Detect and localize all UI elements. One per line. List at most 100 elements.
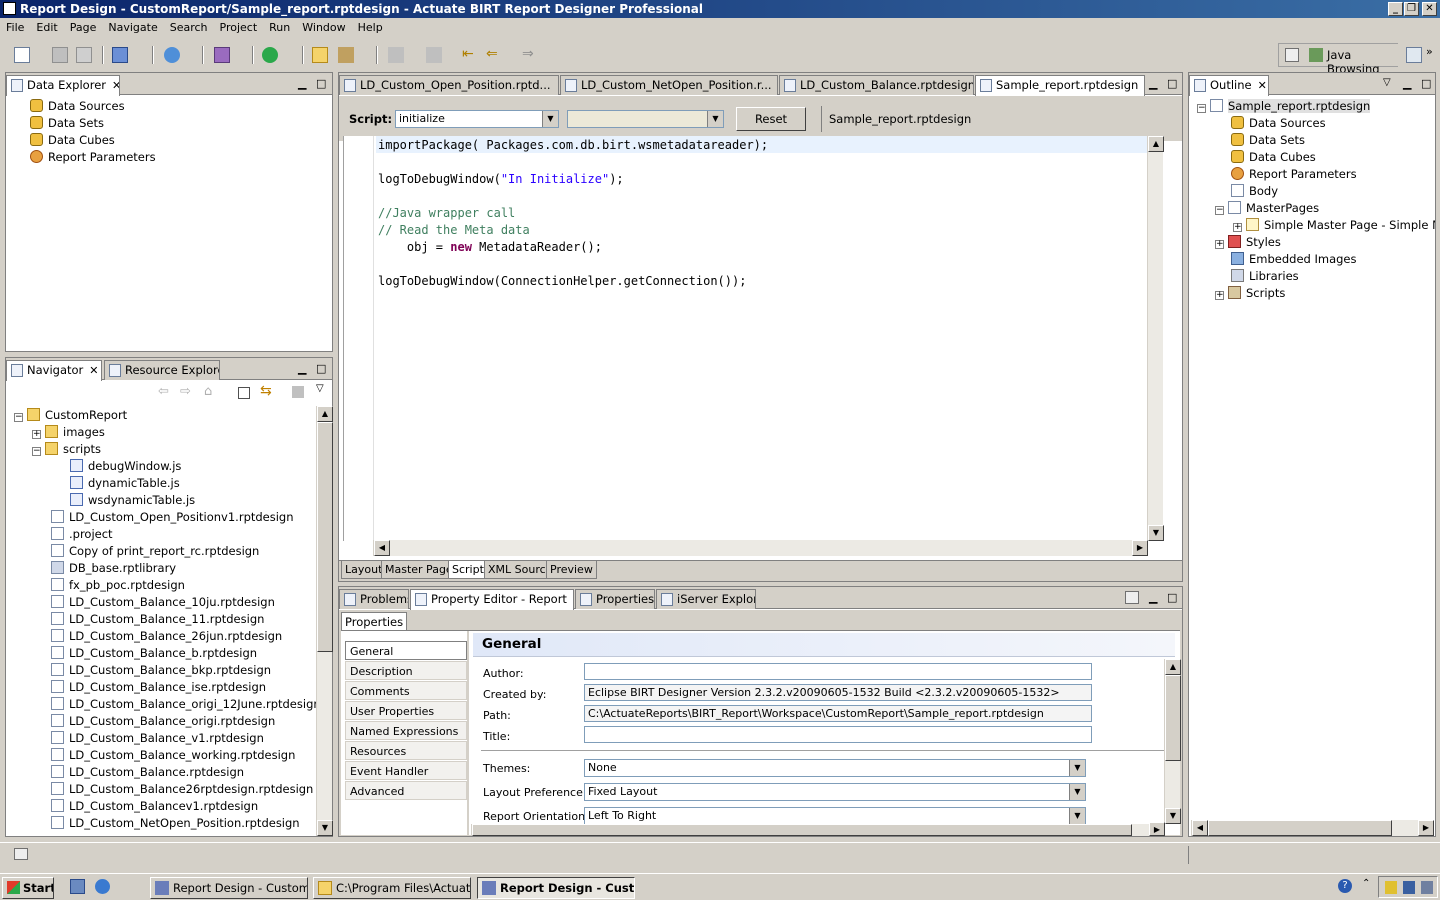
chevron-down-icon[interactable]: ▼ [542,111,558,127]
category-comments[interactable]: Comments [345,681,467,700]
menu-run[interactable]: Run [263,18,296,38]
tab-properties-sub[interactable]: Properties [341,612,408,631]
category-advanced[interactable]: Advanced [345,781,467,800]
tree-item-report-parameters[interactable]: Report Parameters [1231,166,1357,183]
tree-item-data-cubes[interactable]: Data Cubes [30,132,115,149]
arrow-left-icon[interactable]: ⇐ [486,47,502,63]
view-menu-icon[interactable]: ▽ [316,383,324,394]
tree-item-scripts[interactable]: + Scripts [1215,285,1285,302]
tree-item-file[interactable]: LD_Custom_NetOpen_Position.rptdesign [51,815,300,832]
fast-view-icon[interactable] [14,848,28,860]
tree-item-file[interactable]: Copy of print_report_rc.rptdesign [51,543,259,560]
view-menu-icon[interactable]: ▽ [1383,77,1391,88]
close-icon[interactable]: ✕ [1144,76,1145,95]
tray-icon[interactable] [1421,881,1433,894]
maximize-view-icon[interactable]: □ [316,77,326,90]
publish-icon[interactable] [112,47,128,63]
tree-item-data-cubes[interactable]: Data Cubes [1231,149,1316,166]
tree-item-file[interactable]: LD_Custom_Balance_11.rptdesign [51,611,264,628]
scroll-down-icon[interactable]: ▼ [1148,525,1164,541]
collapse-icon[interactable]: − [1197,104,1206,113]
tree-item-sample-report[interactable]: − Sample_report.rptdesign [1197,98,1371,115]
overflow-icon[interactable]: » [1426,45,1433,58]
tab-iserver-explorer[interactable]: iServer Explorer [656,589,756,609]
run-icon[interactable] [262,47,278,63]
back-arrow-icon[interactable]: ⇦ [158,384,169,399]
print-icon[interactable] [76,47,92,63]
tab-preview[interactable]: Preview [546,561,597,579]
tree-item-file[interactable]: LD_Custom_Balancev1.rptdesign [51,798,258,815]
scroll-up-icon[interactable]: ▲ [1165,659,1181,675]
tree-item-file[interactable]: LD_Custom_Balance.rptdesign [51,764,244,781]
debug-icon[interactable] [214,47,230,63]
collapse-icon[interactable]: − [1215,206,1224,215]
maximize-view-icon[interactable]: □ [1167,77,1177,90]
scroll-right-icon[interactable]: ▶ [1149,822,1165,836]
property-horizontal-scrollbar[interactable]: ▶ [471,822,1165,836]
scroll-thumb[interactable] [1165,675,1181,761]
minimize-view-icon[interactable]: ▁ [298,77,306,90]
link-with-editor-icon[interactable]: ⇆ [260,383,272,399]
tab-ld-custom-netopen-position[interactable]: LD_Custom_NetOpen_Position.r... [560,75,778,95]
tree-item-libraries[interactable]: Libraries [1231,268,1299,285]
tree-item-file[interactable]: LD_Custom_Balance_ise.rptdesign [51,679,266,696]
tab-data-explorer[interactable]: Data Explorer✕ [6,75,120,96]
expand-icon[interactable]: + [32,430,41,439]
close-icon[interactable]: ✕ [1258,76,1267,95]
tab-properties[interactable]: Properties [575,589,655,609]
close-icon[interactable]: ✕ [573,590,574,609]
tab-outline[interactable]: Outline ✕ [1189,75,1269,96]
category-general[interactable]: General [345,641,467,660]
minimize-button[interactable]: _ [1388,2,1403,16]
menu-navigate[interactable]: Navigate [102,18,163,38]
quicklaunch-desktop-icon[interactable] [70,879,85,894]
category-resources[interactable]: Resources [345,741,467,760]
tree-item-file[interactable]: DB_base.rptlibrary [51,560,176,577]
report-design-perspective-icon[interactable] [1406,47,1422,63]
outline-horizontal-scrollbar[interactable]: ◀ ▶ [1191,820,1434,836]
tray-icon[interactable] [1403,881,1415,894]
tree-item-styles[interactable]: + Styles [1215,234,1281,251]
tree-item-file[interactable]: debugWindow.js [70,458,181,475]
save-icon[interactable] [52,47,68,63]
title-input[interactable] [584,726,1092,743]
minimize-view-icon[interactable]: ▁ [1149,591,1157,604]
close-icon[interactable]: ✕ [112,76,119,95]
tree-item-file[interactable]: LD_Custom_Balance_origi.rptdesign [51,713,275,730]
filter-icon[interactable] [292,386,304,398]
menu-project[interactable]: Project [214,18,264,38]
menu-page[interactable]: Page [64,18,103,38]
paste-icon[interactable] [426,47,442,63]
tab-navigator[interactable]: Navigator ✕ [6,360,102,381]
tree-item-simple-master-page[interactable]: +Simple Master Page - Simple Master Page [1233,217,1435,234]
tree-item-data-sources[interactable]: Data Sources [30,98,125,115]
editor-vertical-scrollbar[interactable]: ▲ ▼ [1147,136,1164,541]
maximize-view-icon[interactable]: □ [1421,77,1431,90]
scroll-left-icon[interactable]: ◀ [1192,820,1208,836]
back-icon[interactable]: ⇤ [462,47,478,63]
category-named-expressions[interactable]: Named Expressions [345,721,467,740]
tree-item-images[interactable]: + images [32,424,105,441]
close-icon[interactable]: ✕ [89,361,98,380]
tray-arrow-icon[interactable]: ⌃ [1362,878,1370,889]
tree-item-data-sets[interactable]: Data Sets [30,115,104,132]
scroll-up-icon[interactable]: ▲ [1148,136,1164,152]
tab-resource-explorer[interactable]: Resource Explorer [104,360,220,380]
themes-select[interactable]: None ▼ [584,759,1086,777]
tool-icon[interactable] [338,47,354,63]
tree-item-file[interactable]: LD_Custom_Balance_10ju.rptdesign [51,594,275,611]
expand-icon[interactable]: + [1215,240,1224,249]
tab-master-page[interactable]: Master Page [381,561,457,579]
up-icon[interactable]: ⌂ [204,384,212,399]
scroll-down-icon[interactable]: ▼ [1165,808,1181,824]
tree-item-file[interactable]: LD_Custom_Balance_origi_12June.rptdesign [51,696,321,713]
collapse-icon[interactable]: − [32,447,41,456]
scroll-up-icon[interactable]: ▲ [317,406,333,422]
tree-item-file[interactable]: LD_Custom_Balance_b.rptdesign [51,645,257,662]
tree-item-file[interactable]: dynamicTable.js [70,475,180,492]
menu-search[interactable]: Search [164,18,214,38]
script-event-select[interactable]: initialize ▼ [395,110,559,128]
scroll-left-icon[interactable]: ◀ [374,540,390,556]
chevron-down-icon[interactable]: ▼ [1069,808,1085,824]
editor-horizontal-scrollbar[interactable]: ◀ ▶ [373,540,1148,556]
